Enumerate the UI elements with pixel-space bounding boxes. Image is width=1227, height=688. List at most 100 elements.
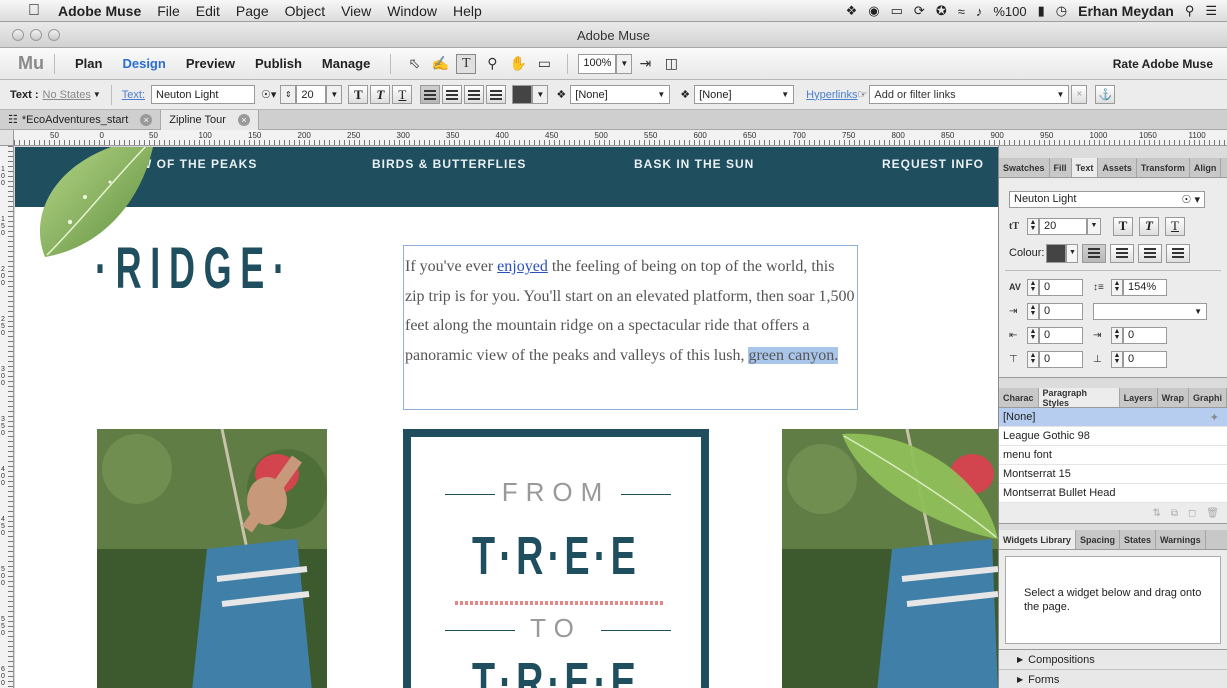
menu-view[interactable]: View [341,3,371,19]
panel-underline-button[interactable]: T [1165,216,1185,236]
section-forms[interactable]: ▶ Forms [999,670,1227,688]
wand-icon[interactable]: ✦ [1210,411,1219,424]
from-tree-to-tree-graphic[interactable]: FROM T·R·E·E TO T·R·E·E [403,429,709,688]
tab-zipline-tour[interactable]: Zipline Tour × [161,109,259,130]
italic-button[interactable]: T [370,85,391,104]
right-indent-field[interactable]: 0 [1123,326,1167,344]
notification-center-icon[interactable]: ☰ [1205,3,1217,19]
mode-plan[interactable]: Plan [75,56,102,71]
selected-text-frame[interactable]: If you've ever enjoyed the feeling of be… [403,245,858,410]
menu-object[interactable]: Object [285,3,325,19]
duplicate-style-icon[interactable]: ⧉ [1171,508,1178,519]
place-icon[interactable]: ⇥ [635,54,655,74]
space-after-field[interactable]: 0 [1123,350,1167,368]
zoom-tool-icon[interactable]: ⚲ [482,54,502,74]
tab-warnings[interactable]: Warnings [1156,530,1206,549]
style-item-league-gothic[interactable]: League Gothic 98 [999,427,1227,446]
design-canvas[interactable]: W OF THE PEAKS BIRDS & BUTTERFLIES BASK … [15,147,998,688]
body-paragraph[interactable]: If you've ever enjoyed the feeling of be… [405,252,857,370]
zoom-level-field[interactable]: 100% [578,53,617,74]
app-menu[interactable]: Adobe Muse [58,3,141,19]
clear-overrides-icon[interactable]: ⇅ [1152,508,1160,519]
zoom-dropdown-arrow[interactable]: ▼ [616,53,633,74]
crop-tool-icon[interactable]: ✍ [430,54,450,74]
space-before-field[interactable]: 0 [1039,350,1083,368]
panel-align-left[interactable] [1082,243,1107,263]
spotlight-icon[interactable]: ⚲ [1185,3,1195,19]
space-after-stepper[interactable]: ▲ ▼ [1111,350,1123,368]
tab-layers[interactable]: Layers [1120,388,1158,407]
style-item-none[interactable]: [None] ✦ [999,408,1227,427]
clock-icon[interactable]: ◷ [1056,3,1067,19]
font-size-dropdown-arrow[interactable]: ▼ [326,85,343,104]
tab-transform[interactable]: Transform [1137,158,1190,177]
panel-bold-button[interactable]: T [1113,216,1133,236]
hyperlinks-link[interactable]: Hyperlinks [806,89,857,101]
zipline-photo-right[interactable] [782,429,998,688]
size-dropdown-arrow[interactable]: ▼ [1087,217,1101,235]
panel-align-justify[interactable] [1166,243,1191,263]
text-tool-icon[interactable]: T [456,53,477,74]
menu-help[interactable]: Help [453,3,482,19]
panel-size-field[interactable]: 20 [1039,217,1087,235]
tab-swatches[interactable]: Swatches [999,158,1050,177]
nav-item-birds[interactable]: BIRDS & BUTTERFLIES [372,157,526,171]
font-size-field[interactable]: 20 [296,85,327,104]
menu-edit[interactable]: Edit [196,3,220,19]
paragraph-style-dropdown[interactable]: [None] ▼ [570,85,671,104]
tracking-stepper[interactable]: ▲ ▼ [1027,278,1039,296]
apple-icon[interactable]:  [24,2,44,20]
panel-color-swatch[interactable] [1046,243,1067,263]
text-color-swatch[interactable] [512,85,533,104]
bold-button[interactable]: T [348,85,369,104]
paragraph-link[interactable]: enjoyed [497,258,548,275]
style-item-montserrat-15[interactable]: Montserrat 15 [999,465,1227,484]
underline-button[interactable]: T [392,85,413,104]
selected-text[interactable]: green canyon. [748,346,839,364]
close-icon[interactable]: × [140,113,153,126]
tab-text[interactable]: Text [1071,158,1099,177]
indent-style-dropdown[interactable]: ▼ [1093,302,1207,320]
airplay-icon[interactable]: ▭ [891,3,903,19]
trash-icon[interactable]: 🗑 [1206,508,1219,519]
mode-manage[interactable]: Manage [322,56,370,71]
left-indent-stepper[interactable]: ▲ ▼ [1027,326,1039,344]
menu-window[interactable]: Window [387,3,437,19]
tab-ecoadventures[interactable]: ☷ *EcoAdventures_start × [0,109,162,130]
hyperlink-input[interactable]: Add or filter links ▼ [869,85,1070,104]
tab-assets[interactable]: Assets [1098,158,1137,177]
text-color-dropdown-arrow[interactable]: ▼ [532,85,549,104]
new-style-icon[interactable]: ◻ [1188,508,1196,519]
clear-link-button[interactable]: × [1071,85,1088,104]
panel-italic-button[interactable]: T [1139,216,1159,236]
tab-widgets-library[interactable]: Widgets Library [999,530,1076,549]
indent-field[interactable]: 0 [1039,302,1083,320]
font-globe-icon[interactable]: ☉▾ [261,88,276,101]
menu-file[interactable]: File [157,3,180,19]
rectangle-tool-icon[interactable]: ▭ [534,54,554,74]
tab-spacing[interactable]: Spacing [1076,530,1120,549]
mode-preview[interactable]: Preview [186,56,235,71]
text-panel-link[interactable]: Text: [122,89,145,101]
tab-wrap[interactable]: Wrap [1158,388,1189,407]
page-heading-ridge[interactable]: ·RIDGE· [95,235,294,302]
color-dropdown-arrow[interactable]: ▼ [1066,243,1079,263]
tab-fill[interactable]: Fill [1050,158,1072,177]
time-machine-icon[interactable]: ⟳ [914,3,925,19]
left-indent-field[interactable]: 0 [1039,326,1083,344]
dropbox-icon[interactable]: ❖ [846,3,858,19]
volume-icon[interactable]: ♪ [976,4,983,19]
section-compositions[interactable]: ▶ Compositions [999,650,1227,670]
preview-browser-icon[interactable]: ◫ [661,54,681,74]
tab-align[interactable]: Align [1190,158,1222,177]
states-dropdown[interactable]: No States [43,89,91,101]
nav-item-sun[interactable]: BASK IN THE SUN [634,157,754,171]
hand-tool-icon[interactable]: ✋ [508,54,528,74]
style-item-montserrat-bullet[interactable]: Montserrat Bullet Head [999,484,1227,503]
character-style-dropdown[interactable]: [None] ▼ [694,85,795,104]
rate-adobe-muse-button[interactable]: Rate Adobe Muse [1113,57,1213,71]
align-left-button[interactable] [420,85,441,104]
align-justify-button[interactable] [486,85,507,104]
font-size-spinner[interactable]: ⇕ [280,85,297,104]
creative-cloud-icon[interactable]: ◉ [868,3,879,19]
